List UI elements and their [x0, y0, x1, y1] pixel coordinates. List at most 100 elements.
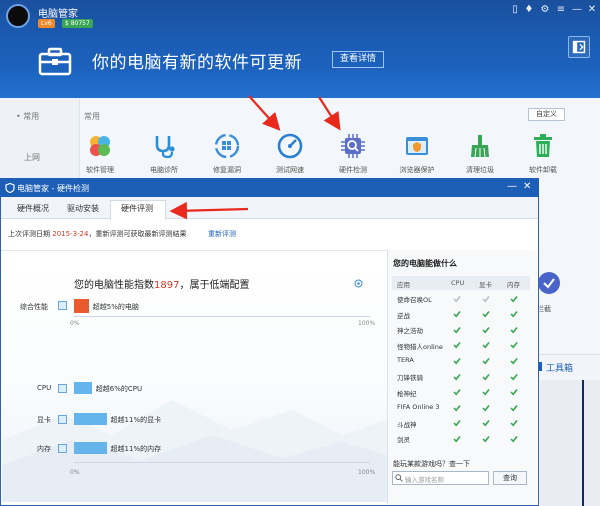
- dialog-close-icon[interactable]: ✕: [523, 181, 531, 192]
- peek-divider: [582, 380, 584, 506]
- hardware-detect-icon: [341, 134, 365, 158]
- check-gray-icon: [453, 295, 461, 303]
- mountain-decoration: [2, 400, 387, 502]
- game-name: 枪神纪: [397, 389, 417, 398]
- nav-item-common[interactable]: • 常用: [16, 111, 39, 122]
- level-badge: Lv6: [38, 19, 55, 28]
- section-title: 常用: [84, 112, 100, 121]
- check-icon: [510, 357, 518, 365]
- games-col-gpu: 显卡: [479, 281, 492, 289]
- axis-min-label: 0%: [70, 320, 80, 327]
- check-icon: [482, 389, 490, 396]
- tool-software-manager[interactable]: 软件管理: [70, 133, 130, 175]
- shield-icon: [5, 183, 15, 193]
- games-title: 您的电脑能做什么: [393, 259, 457, 268]
- game-name: 逆战: [397, 311, 410, 320]
- tool-browser-protect[interactable]: 浏览器保护: [387, 133, 447, 175]
- fix-vulnerability-icon: [214, 133, 240, 159]
- check-icon: [453, 404, 461, 412]
- check-icon: [453, 311, 461, 318]
- tool-fix-vulnerability[interactable]: 修复漏洞: [197, 133, 257, 175]
- minimize-icon[interactable]: —: [570, 3, 584, 17]
- vip-badge: $ 80757: [62, 19, 93, 28]
- tool-label: 清理垃圾: [466, 166, 494, 174]
- games-col-app: 应用: [397, 281, 410, 289]
- re-evaluate-link[interactable]: 重新评测: [208, 229, 236, 239]
- tab-hardware-eval[interactable]: 硬件评测: [121, 203, 153, 214]
- search-icon: [395, 474, 403, 482]
- game-name: 使命召唤OL: [397, 296, 432, 304]
- check-icon: [453, 435, 461, 443]
- side-panel-icon[interactable]: [568, 36, 590, 58]
- overall-label: 综合性能: [20, 303, 48, 311]
- check-icon: [482, 342, 490, 349]
- check-icon: [482, 373, 490, 381]
- tool-label: 软件卸载: [529, 166, 557, 174]
- tab-hardware-overview[interactable]: 硬件概况: [17, 203, 49, 214]
- menu-icon[interactable]: ≡: [554, 3, 568, 17]
- axis-min-label-bottom: 0%: [70, 469, 80, 476]
- tool-label: 测试网速: [276, 166, 304, 174]
- update-headline: 你的电脑有新的软件可更新: [92, 53, 302, 73]
- query-button[interactable]: 查询: [493, 471, 527, 485]
- avatar[interactable]: [6, 4, 30, 28]
- check-icon: [510, 389, 518, 396]
- tool-pc-clinic[interactable]: 电脑诊所: [134, 133, 194, 175]
- check-icon: [510, 404, 518, 412]
- phone-icon[interactable]: ▯: [508, 3, 522, 17]
- check-icon: [482, 404, 490, 412]
- clean-junk-icon: [471, 135, 489, 158]
- info-date: 2015-3-24: [52, 230, 89, 238]
- score-title: 您的电脑性能指数1897，属于低端配置: [74, 276, 249, 291]
- customize-button[interactable]: 自定义: [528, 108, 565, 121]
- toolbox-link[interactable]: 工具箱: [546, 361, 573, 374]
- check-icon: [453, 373, 461, 381]
- toolbox-update-icon: [38, 47, 72, 76]
- intercept-label: 拦截: [537, 305, 551, 313]
- refresh-icon[interactable]: [354, 279, 363, 288]
- gpu-bar-text: 超越11%的显卡: [110, 416, 162, 424]
- check-gray-icon: [482, 295, 490, 303]
- speed-test-icon: [277, 133, 303, 159]
- tool-label: 修复漏洞: [213, 166, 241, 174]
- check-icon: [453, 326, 461, 334]
- shirt-icon[interactable]: ♦: [522, 3, 536, 17]
- cpu-icon: [58, 384, 67, 393]
- cpu-label: CPU: [37, 384, 52, 392]
- tool-label: 浏览器保护: [399, 166, 435, 174]
- memory-icon: [58, 444, 67, 453]
- dialog-title: 电脑管家 - 硬件检测: [17, 184, 89, 193]
- game-name: 剑灵: [397, 436, 410, 445]
- check-icon: [510, 311, 518, 318]
- peek-panel: [540, 380, 600, 506]
- check-icon: [510, 326, 518, 334]
- tab-driver-install[interactable]: 驱动安装: [67, 203, 99, 214]
- check-icon: [453, 357, 461, 365]
- game-name: 神之浩劫: [397, 327, 423, 336]
- gpu-icon: [58, 415, 67, 424]
- nav-item-online[interactable]: 上网: [24, 152, 40, 163]
- tool-clean-junk[interactable]: 清理垃圾: [450, 133, 510, 175]
- axis-max-label-bottom: 100%: [358, 469, 376, 476]
- dialog-minimize-icon[interactable]: —: [507, 181, 517, 192]
- close-icon[interactable]: ✕: [585, 3, 599, 17]
- score-suffix: ，属于低端配置: [179, 280, 250, 291]
- tool-label: 软件管理: [86, 166, 114, 174]
- tool-uninstall[interactable]: 软件卸载: [513, 133, 573, 175]
- view-details-button[interactable]: 查看详情: [332, 51, 385, 68]
- tool-label: 电脑诊所: [150, 166, 178, 174]
- games-col-mem: 内存: [507, 281, 520, 289]
- cpu-bar-text: 超越6%的CPU: [95, 385, 143, 393]
- settings-icon[interactable]: ⚙: [538, 3, 552, 17]
- uninstall-icon: [534, 134, 552, 157]
- divider: [1, 250, 387, 251]
- software-manager-icon: [90, 136, 110, 156]
- intercept-icon[interactable]: [537, 271, 561, 295]
- memory-bar-text: 超越11%的内存: [110, 445, 162, 453]
- overall-icon: [58, 301, 67, 310]
- game-name: TERA: [397, 356, 414, 365]
- check-icon: [453, 420, 461, 427]
- tool-speed-test[interactable]: 测试网速: [260, 133, 320, 175]
- tool-hardware-detect[interactable]: 硬件检测: [323, 133, 383, 175]
- check-icon: [482, 311, 490, 318]
